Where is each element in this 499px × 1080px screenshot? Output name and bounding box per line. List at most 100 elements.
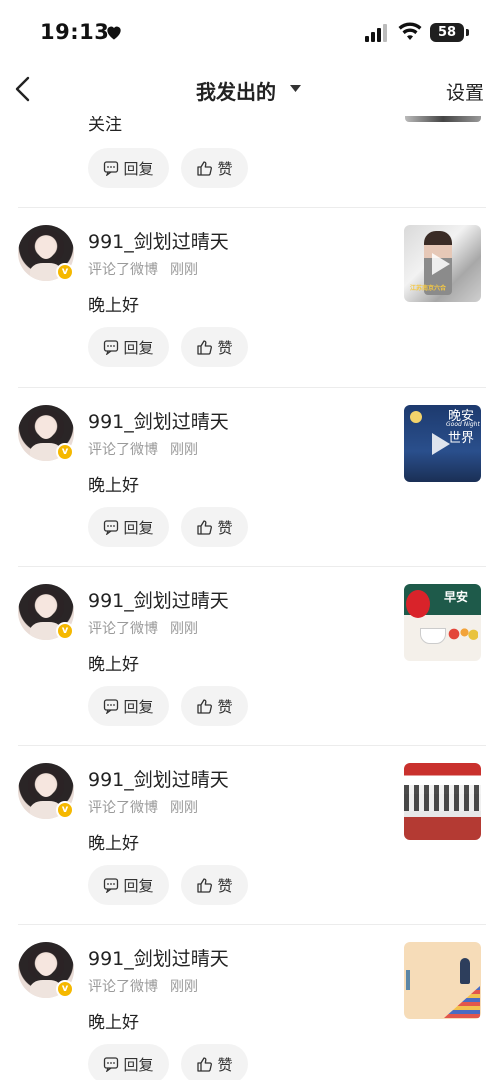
coffee-cup-icon <box>420 628 446 644</box>
page-title[interactable]: 我发出的 <box>196 76 276 105</box>
reply-button[interactable]: 回复 <box>88 1044 169 1080</box>
action-text: 评论了微博 <box>88 800 158 816</box>
comment-icon <box>104 699 119 714</box>
play-icon <box>432 433 450 455</box>
comment-text: 关注 <box>88 116 122 135</box>
timestamp: 刚刚 <box>170 800 198 816</box>
comment-meta: 评论了微博 刚刚 <box>88 439 198 459</box>
comment-meta: 评论了微博 刚刚 <box>88 618 198 638</box>
comment-text: 晚上好 <box>88 296 139 316</box>
list-item[interactable]: v 991_剑划过晴天 评论了微博 刚刚 晚上好 江苏南京六合 回复 赞 <box>0 207 499 387</box>
reply-label: 回复 <box>123 876 154 895</box>
timestamp: 刚刚 <box>170 979 198 995</box>
username[interactable]: 991_剑划过晴天 <box>88 407 229 434</box>
status-bar: 19:13 58 <box>0 0 499 66</box>
list-item[interactable]: v 991_剑划过晴天 评论了微博 刚刚 晚上好 晚安 Good Night 世界… <box>0 387 499 567</box>
reply-button[interactable]: 回复 <box>88 865 169 905</box>
like-button[interactable]: 赞 <box>181 1044 248 1080</box>
reply-label: 回复 <box>123 338 154 357</box>
like-button[interactable]: 赞 <box>181 507 248 547</box>
like-label: 赞 <box>217 697 233 716</box>
list-item[interactable]: v 991_剑划过晴天 评论了微博 刚刚 晚上好 回复 赞 <box>0 745 499 925</box>
comment-text: 晚上好 <box>88 655 139 675</box>
comment-icon <box>104 520 119 535</box>
battery-indicator: 58 <box>430 23 464 42</box>
caret-down-icon[interactable] <box>290 85 301 93</box>
like-label: 赞 <box>217 159 233 178</box>
username[interactable]: 991_剑划过晴天 <box>88 944 229 971</box>
username[interactable]: 991_剑划过晴天 <box>88 586 229 613</box>
thumbnail-title: 早安 <box>444 590 469 604</box>
thumbs-up-icon <box>197 160 213 176</box>
comment-meta: 评论了微博 刚刚 <box>88 976 198 996</box>
like-label: 赞 <box>217 338 233 357</box>
battery-nub <box>466 29 469 36</box>
action-text: 评论了微博 <box>88 262 158 278</box>
comment-icon <box>104 161 119 176</box>
like-button[interactable]: 赞 <box>181 865 248 905</box>
heart-icon <box>107 26 121 40</box>
reply-button[interactable]: 回复 <box>88 686 169 726</box>
thumbs-up-icon <box>197 1056 213 1072</box>
action-text: 评论了微博 <box>88 979 158 995</box>
like-label: 赞 <box>217 1055 233 1074</box>
thumbnail-caption: 江苏南京六合 <box>410 285 447 292</box>
like-label: 赞 <box>217 876 233 895</box>
comment-icon <box>104 340 119 355</box>
verified-badge-icon: v <box>56 443 74 461</box>
comment-meta: 评论了微博 刚刚 <box>88 797 198 817</box>
cellular-signal-icon <box>365 24 387 42</box>
verified-badge-icon: v <box>56 801 74 819</box>
like-label: 赞 <box>217 518 233 537</box>
comment-text: 晚上好 <box>88 834 139 854</box>
like-button[interactable]: 赞 <box>181 148 248 188</box>
comment-list[interactable]: 关注 回复 赞 v 991_剑划过晴天 评论了微博 刚刚 晚上好 江苏南京六合 回… <box>0 116 499 1080</box>
comment-text: 晚上好 <box>88 1013 139 1033</box>
reply-label: 回复 <box>123 697 154 716</box>
nav-bar: 我发出的 设置 <box>0 66 499 116</box>
timestamp: 刚刚 <box>170 442 198 458</box>
settings-button[interactable]: 设置 <box>446 78 484 105</box>
comment-icon <box>104 878 119 893</box>
comment-text: 晚上好 <box>88 476 139 496</box>
verified-badge-icon: v <box>56 263 74 281</box>
action-text: 评论了微博 <box>88 442 158 458</box>
group-photo <box>404 785 481 811</box>
status-time: 19:13 <box>40 20 110 44</box>
thumbs-up-icon <box>197 877 213 893</box>
back-arrow-icon[interactable] <box>12 74 36 104</box>
reply-label: 回复 <box>123 518 154 537</box>
flowers-icon <box>448 626 478 642</box>
play-icon <box>432 253 450 275</box>
heart-balloon-icon <box>406 590 430 618</box>
verified-badge-icon: v <box>56 622 74 640</box>
moon-icon <box>410 411 422 423</box>
timestamp: 刚刚 <box>170 262 198 278</box>
list-item-partial: 关注 回复 赞 <box>0 116 499 207</box>
like-button[interactable]: 赞 <box>181 327 248 367</box>
reply-button[interactable]: 回复 <box>88 148 169 188</box>
verified-badge-icon: v <box>56 980 74 998</box>
reply-button[interactable]: 回复 <box>88 327 169 367</box>
comment-icon <box>104 1057 119 1072</box>
action-text: 评论了微博 <box>88 621 158 637</box>
reply-label: 回复 <box>123 1055 154 1074</box>
post-thumbnail[interactable]: 江苏南京六合 <box>404 225 481 302</box>
list-item[interactable]: v 991_剑划过晴天 评论了微博 刚刚 晚上好 早安 回复 赞 <box>0 566 499 746</box>
thumbnail-title: 世界 <box>448 431 475 446</box>
username[interactable]: 991_剑划过晴天 <box>88 765 229 792</box>
username[interactable]: 991_剑划过晴天 <box>88 227 229 254</box>
list-item[interactable]: v 991_剑划过晴天 评论了微博 刚刚 晚上好 回复 赞 <box>0 924 499 1080</box>
post-thumbnail[interactable]: 早安 <box>404 584 481 661</box>
wifi-icon <box>398 22 422 40</box>
thumbs-up-icon <box>197 519 213 535</box>
post-thumbnail[interactable]: 晚安 Good Night 世界 <box>404 405 481 482</box>
post-thumbnail[interactable] <box>404 942 481 1019</box>
like-button[interactable]: 赞 <box>181 686 248 726</box>
comment-meta: 评论了微博 刚刚 <box>88 259 198 279</box>
reply-button[interactable]: 回复 <box>88 507 169 547</box>
post-thumbnail[interactable] <box>404 763 481 840</box>
timestamp: 刚刚 <box>170 621 198 637</box>
thumbs-up-icon <box>197 339 213 355</box>
post-thumbnail[interactable] <box>405 116 481 122</box>
